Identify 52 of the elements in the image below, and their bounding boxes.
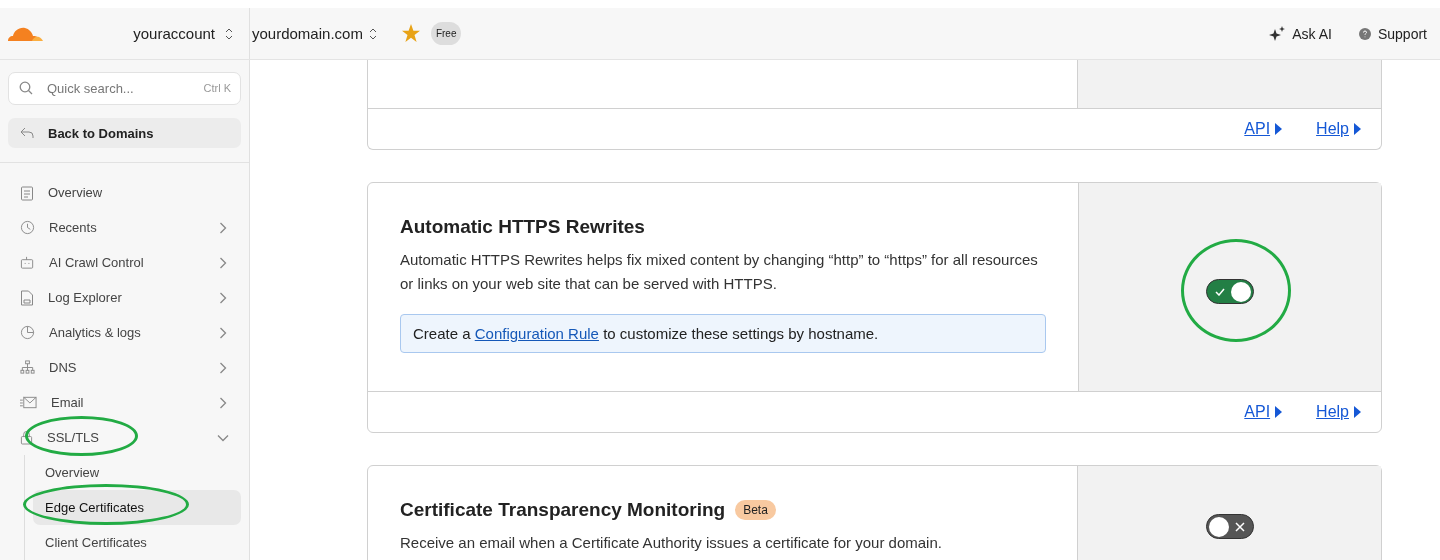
help-link[interactable]: Help	[1316, 120, 1361, 138]
caret-icon	[1275, 123, 1283, 135]
history-icon	[20, 220, 35, 235]
nav-item[interactable]: AI Crawl Control	[8, 245, 241, 280]
clipboard-icon	[20, 184, 34, 201]
envelope-icon	[20, 396, 37, 409]
updown-chevron-icon[interactable]	[225, 27, 233, 40]
api-link[interactable]: API	[1244, 403, 1283, 421]
toggle-switch[interactable]	[1205, 514, 1254, 539]
search-icon	[19, 81, 33, 95]
account-name[interactable]: youraccount	[133, 25, 215, 42]
nav-item[interactable]: Overview	[8, 175, 241, 210]
robot-icon	[20, 255, 35, 270]
nav-item[interactable]: Analytics & logs	[8, 315, 241, 350]
cross-icon	[1234, 522, 1245, 532]
sparkle-icon	[1269, 25, 1286, 42]
lock-icon	[20, 430, 33, 445]
card-description: Receive an email when a Certificate Authority issues a certificate for your domain.	[400, 533, 943, 553]
return-arrow-icon	[20, 127, 34, 139]
nav-item[interactable]: Edge Certificates	[33, 490, 241, 525]
document-icon	[20, 289, 34, 306]
plan-badge: Free	[430, 22, 462, 45]
nav-item[interactable]: SSL/TLS	[8, 420, 241, 455]
nav-item[interactable]: Client Certificates	[33, 525, 241, 560]
api-link[interactable]: API	[1244, 120, 1283, 138]
updown-chevron-icon[interactable]	[368, 27, 377, 40]
star-icon[interactable]	[400, 24, 421, 43]
help-icon	[1358, 27, 1371, 40]
card-title: Automatic HTTPS Rewrites	[400, 216, 645, 238]
shortcut-hint: Ctrl K	[203, 82, 231, 94]
caret-icon	[1275, 406, 1283, 418]
info-note: Create a Configuration Rule to customize these settings by hostname.	[400, 314, 1046, 353]
caret-icon	[1354, 123, 1361, 135]
help-link[interactable]: Help	[1316, 403, 1361, 421]
nav-item[interactable]: DNS	[8, 350, 241, 385]
back-button[interactable]: Back to Domains	[8, 118, 241, 148]
nav-item[interactable]: Recents	[8, 210, 241, 245]
support-button[interactable]: Support	[1358, 25, 1427, 42]
toggle-switch[interactable]	[1206, 279, 1254, 304]
network-icon	[20, 360, 35, 375]
ask-ai-button[interactable]: Ask AI	[1269, 25, 1332, 42]
nav-item[interactable]: Overview	[33, 455, 241, 490]
card-title: Certificate Transparency Monitoring	[400, 499, 726, 521]
card-description: Automatic HTTPS Rewrites helps fix mixed content by changing “http” to “https” for all resources or links on your web site that can be served with HTTPS.	[400, 250, 1039, 294]
beta-badge: Beta	[735, 500, 776, 520]
check-icon	[1215, 288, 1225, 296]
domain-name[interactable]: yourdomain.com	[252, 25, 363, 42]
nav-item[interactable]: Log Explorer	[8, 280, 241, 315]
nav-item[interactable]: Email	[8, 385, 241, 420]
configuration-rule-link[interactable]: Configuration Rule	[474, 325, 599, 342]
pie-chart-icon	[20, 325, 35, 340]
caret-icon	[1354, 406, 1361, 418]
